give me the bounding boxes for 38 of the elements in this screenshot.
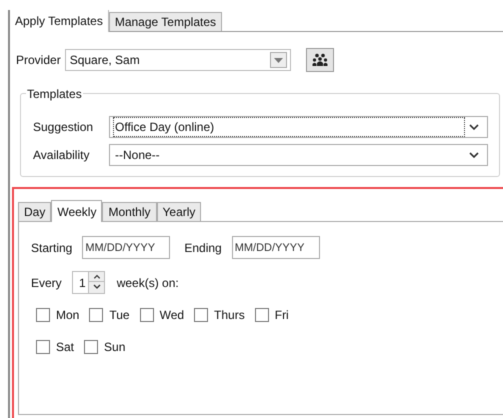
checkbox[interactable] [254,308,269,322]
template-dropdown[interactable]: Office Day (online) [109,116,488,138]
checkbox[interactable] [194,308,208,322]
checkbox[interactable] [36,308,50,322]
field-label: Suggestion [33,119,94,136]
day-checkbox[interactable]: Tue [89,306,130,324]
ending-label: Ending [184,240,222,256]
provider-dropdown[interactable]: Square, Sam [64,49,291,71]
chevron-down-icon [469,124,479,130]
tab[interactable]: Yearly [156,202,202,221]
day-checkbox[interactable]: Sun [84,338,126,356]
checkbox[interactable] [89,308,104,322]
checkbox[interactable] [36,340,50,354]
day-checkbox[interactable]: Mon [36,306,80,324]
day-checkbox[interactable]: Fri [254,306,289,324]
people-button[interactable] [306,48,334,72]
checkbox[interactable] [140,308,154,322]
chevron-down-icon [469,152,479,158]
day-checkbox[interactable]: Wed [140,306,184,324]
tab[interactable]: Monthly [102,202,156,221]
checkbox[interactable] [84,340,98,354]
up-arrow-icon[interactable] [88,272,105,282]
field-label: Availability [33,147,90,164]
tab[interactable]: Manage Templates [108,12,222,31]
tab[interactable]: Apply Templates [10,10,109,32]
template-dropdown[interactable]: --None-- [109,144,488,166]
day-checkbox[interactable]: Sat [36,338,74,356]
starting-date-field[interactable]: MM/DD/YYYY [82,236,170,259]
starting-label: Starting [31,240,72,256]
tab[interactable]: Day [18,202,52,221]
provider-label: Provider [16,52,61,69]
day-checkbox[interactable]: Thurs [194,306,245,324]
tab[interactable]: Weekly [51,200,102,222]
ending-date-field[interactable]: MM/DD/YYYY [232,236,320,259]
week-spinner[interactable]: 1 [72,271,105,294]
weeks-on-label: week(s) on: [116,274,179,292]
every-label: Every [31,274,62,292]
people-icon [312,53,328,67]
